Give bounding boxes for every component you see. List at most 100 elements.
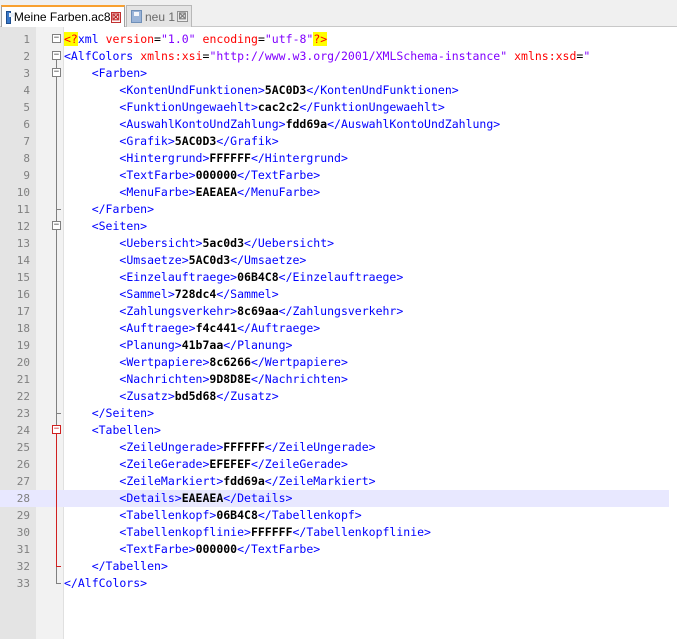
code-text: <Nachrichten>9D8D8E</Nachrichten>	[64, 371, 348, 388]
xml-close-tag: </Grafik>	[216, 134, 279, 148]
color-value: cac2c2	[257, 100, 300, 114]
fold-guide-line	[56, 303, 57, 320]
line-number: 26	[16, 458, 30, 471]
code-line[interactable]: 32 </Tabellen>	[0, 558, 677, 575]
code-line[interactable]: 29 <Tabellenkopf>06B4C8</Tabellenkopf>	[0, 507, 677, 524]
color-value: f4c441	[195, 321, 238, 335]
code-line[interactable]: 9 <TextFarbe>000000</TextFarbe>	[0, 167, 677, 184]
code-line[interactable]: 31 <TextFarbe>000000</TextFarbe>	[0, 541, 677, 558]
code-text: <Wertpapiere>8c6266</Wertpapiere>	[64, 354, 348, 371]
code-line[interactable]: 8 <Hintergrund>FFFFFF</Hintergrund>	[0, 150, 677, 167]
code-line[interactable]: 30 <Tabellenkopflinie>FFFFFF</Tabellenko…	[0, 524, 677, 541]
code-line[interactable]: 33 </AlfColors>	[0, 575, 677, 592]
code-editor[interactable]: 1− <?xml version="1.0" encoding="utf-8"?>…	[0, 27, 677, 639]
code-line[interactable]: 23 </Seiten>	[0, 405, 677, 422]
fold-toggle-icon[interactable]: −	[52, 68, 61, 77]
xml-attribute: encoding	[202, 32, 258, 46]
xml-open-tag: <MenuFarbe>	[119, 185, 196, 199]
color-value: 000000	[195, 542, 238, 556]
xml-close-tag: </Planung>	[223, 338, 293, 352]
color-value: EFEFEF	[209, 457, 251, 471]
line-number: 27	[16, 475, 30, 488]
xml-close-tag: </Zusatz>	[216, 389, 279, 403]
fold-toggle-icon[interactable]: −	[52, 34, 61, 43]
xml-close-tag: </ZeileUngerade>	[264, 440, 376, 454]
color-value: fdd69a	[285, 117, 328, 131]
color-value: 000000	[195, 168, 238, 182]
pi-open: <?	[64, 32, 78, 46]
code-text: <ZeileGerade>EFEFEF</ZeileGerade>	[64, 456, 348, 473]
code-line[interactable]: 20 <Wertpapiere>8c6266</Wertpapiere>	[0, 354, 677, 371]
code-line[interactable]: 13 <Uebersicht>5ac0d3</Uebersicht>	[0, 235, 677, 252]
color-value: 41b7aa	[181, 338, 224, 352]
xml-open-tag: <AuswahlKontoUndZahlung>	[119, 117, 286, 131]
code-line[interactable]: 22 <Zusatz>bd5d68</Zusatz>	[0, 388, 677, 405]
line-number: 15	[16, 271, 30, 284]
code-line[interactable]: 26 <ZeileGerade>EFEFEF</ZeileGerade>	[0, 456, 677, 473]
color-value: 5AC0D3	[264, 83, 307, 97]
xml-attribute-value: "1.0"	[160, 32, 196, 46]
code-line[interactable]: 21 <Nachrichten>9D8D8E</Nachrichten>	[0, 371, 677, 388]
fold-guide-line	[56, 354, 57, 371]
fold-toggle-icon[interactable]: −	[52, 51, 61, 60]
color-value: 06B4C8	[216, 508, 258, 522]
code-line[interactable]: 2 − <AlfColors xmlns:xsi="http://www.w3.or…	[0, 48, 677, 65]
fold-toggle-icon[interactable]: −	[52, 425, 61, 434]
code-text: <Sammel>728dc4</Sammel>	[64, 286, 278, 303]
color-value: 06B4C8	[237, 270, 279, 284]
line-number: 8	[23, 152, 30, 165]
line-number: 21	[16, 373, 30, 386]
xml-close-tag: </KontenUndFunktionen>	[306, 83, 459, 97]
tab-neu-1[interactable]: neu 1 ⊠	[126, 5, 192, 27]
line-number: 7	[23, 135, 30, 148]
xml-close-tag: </AlfColors>	[64, 576, 148, 590]
code-line[interactable]: 6 <AuswahlKontoUndZahlung>fdd69a</Auswah…	[0, 116, 677, 133]
code-line[interactable]: 1 − <?xml version="1.0" encoding="utf-8"?>	[0, 31, 677, 48]
code-text: <Grafik>5AC0D3</Grafik>	[64, 133, 279, 150]
code-line[interactable]: 14 <Umsaetze>5AC0d3</Umsaetze>	[0, 252, 677, 269]
fold-toggle-icon[interactable]: −	[52, 221, 61, 230]
line-number: 3	[23, 67, 30, 80]
line-number: 29	[16, 509, 30, 522]
code-line[interactable]: 4 <KontenUndFunktionen>5AC0D3</KontenUnd…	[0, 82, 677, 99]
code-line[interactable]: 19 <Planung>41b7aa</Planung>	[0, 337, 677, 354]
line-number: 18	[16, 322, 30, 335]
code-text: <Details>EAEAEA</Details>	[64, 490, 292, 507]
code-line[interactable]: 18 <Auftraege>f4c441</Auftraege>	[0, 320, 677, 337]
section-open-tag: <Seiten>	[91, 219, 148, 233]
code-line[interactable]: 17 <Zahlungsverkehr>8c69aa</Zahlungsverk…	[0, 303, 677, 320]
close-icon[interactable]: ⊠	[177, 11, 188, 22]
xml-keyword: xml	[77, 32, 99, 46]
code-line[interactable]: 5 <FunktionUngewaehlt>cac2c2</FunktionUn…	[0, 99, 677, 116]
fold-guide-line	[56, 337, 57, 354]
code-line[interactable]: 11 </Farben>	[0, 201, 677, 218]
fold-guide-line	[56, 388, 57, 405]
fold-guide-line	[56, 184, 57, 201]
color-value: EAEAEA	[181, 491, 224, 505]
code-line[interactable]: 10 <MenuFarbe>EAEAEA</MenuFarbe>	[0, 184, 677, 201]
line-number: 25	[16, 441, 30, 454]
xml-open-tag: <Umsaetze>	[119, 253, 189, 267]
xml-open-tag: <Zusatz>	[119, 389, 175, 403]
code-line[interactable]: 25 <ZeileUngerade>FFFFFF</ZeileUngerade>	[0, 439, 677, 456]
current-code-line[interactable]: 28 <Details>EAEAEA</Details>	[0, 490, 677, 507]
fold-guide-line	[56, 490, 57, 507]
section-open-tag: <Tabellen>	[91, 423, 161, 437]
code-line[interactable]: 15 <Einzelauftraege>06B4C8</Einzelauftra…	[0, 269, 677, 286]
code-line[interactable]: 16 <Sammel>728dc4</Sammel>	[0, 286, 677, 303]
close-icon[interactable]: ⊠	[110, 11, 121, 23]
xml-close-tag: </Tabellenkopflinie>	[292, 525, 431, 539]
fold-guide-line	[56, 116, 57, 133]
xml-open-tag: <Grafik>	[119, 134, 175, 148]
xml-open-tag: <Einzelauftraege>	[119, 270, 238, 284]
fold-end-marker	[56, 558, 61, 567]
xml-open-tag: <Details>	[119, 491, 182, 505]
tab-meine-farben[interactable]: Meine Farben.ac8 ⊠	[1, 5, 125, 27]
xml-open-tag: <Nachrichten>	[119, 372, 210, 386]
line-number: 24	[16, 424, 30, 437]
code-line[interactable]: 27 <ZeileMarkiert>fdd69a</ZeileMarkiert>	[0, 473, 677, 490]
code-line[interactable]: 24 − <Tabellen>	[0, 422, 677, 439]
code-line[interactable]: 7 <Grafik>5AC0D3</Grafik>	[0, 133, 677, 150]
code-line[interactable]: 12 − <Seiten>	[0, 218, 677, 235]
code-line[interactable]: 3 − <Farben>	[0, 65, 677, 82]
